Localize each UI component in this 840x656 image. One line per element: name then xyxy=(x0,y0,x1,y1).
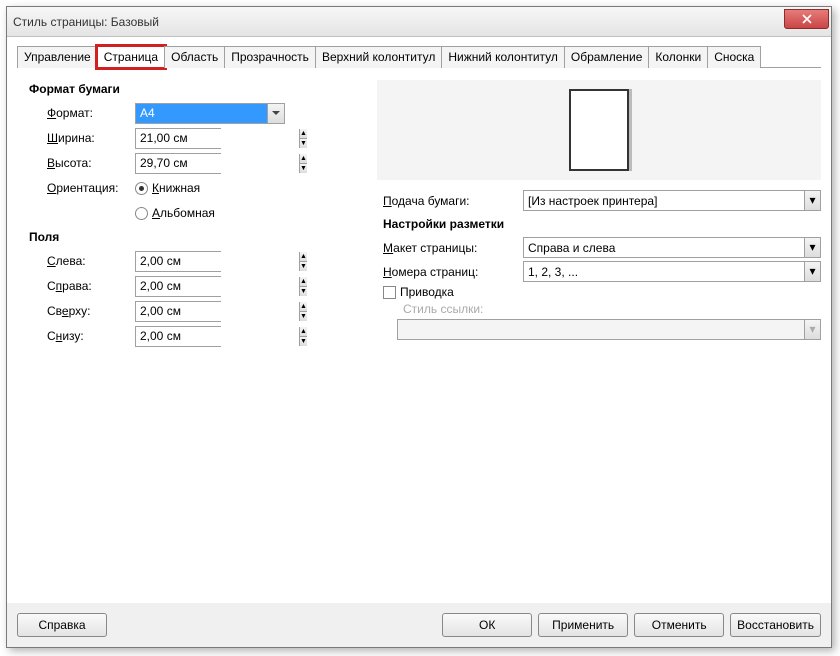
left-margin-label: Слева: xyxy=(47,254,135,268)
left-margin-input[interactable] xyxy=(136,252,299,271)
ref-style-label: Стиль ссылки: xyxy=(403,302,523,316)
apply-button[interactable]: Применить xyxy=(538,613,628,637)
landscape-label: Альбомная xyxy=(152,206,215,220)
spinner-buttons[interactable]: ▲▼ xyxy=(299,277,307,296)
page-numbers-value: 1, 2, 3, ... xyxy=(528,265,578,279)
page-numbers-select[interactable]: 1, 2, 3, ... ▾ xyxy=(523,261,821,282)
page-preview-area xyxy=(377,80,821,180)
register-label: Приводка xyxy=(400,285,454,299)
paper-tray-select[interactable]: [Из настроек принтера] ▾ xyxy=(523,190,821,211)
ref-style-select: ▾ xyxy=(397,319,821,340)
right-column: Подача бумаги: [Из настроек принтера] ▾ … xyxy=(377,76,821,350)
tab-management[interactable]: Управление xyxy=(17,46,98,68)
reset-button[interactable]: Восстановить xyxy=(730,613,821,637)
width-input[interactable] xyxy=(136,129,299,148)
tab-columns[interactable]: Колонки xyxy=(648,46,708,68)
portrait-radio[interactable] xyxy=(135,182,148,195)
tab-header[interactable]: Верхний колонтитул xyxy=(315,46,442,68)
spinner-buttons[interactable]: ▲▼ xyxy=(299,302,307,321)
close-icon xyxy=(802,14,812,24)
height-spinner[interactable]: ▲▼ xyxy=(135,153,221,174)
tab-page[interactable]: Страница xyxy=(97,46,165,68)
width-spinner[interactable]: ▲▼ xyxy=(135,128,221,149)
chevron-down-icon: ▾ xyxy=(804,238,820,257)
tab-area[interactable]: Область xyxy=(164,46,225,68)
chevron-down-icon xyxy=(267,104,284,123)
bottom-margin-spinner[interactable]: ▲▼ xyxy=(135,326,221,347)
bottom-margin-label: Снизу: xyxy=(47,329,135,343)
tab-bar: Управление Страница Область Прозрачность… xyxy=(17,45,821,68)
left-column: Формат бумаги Формат: A4 Ширина: ▲▼ xyxy=(17,76,357,350)
page-preview-icon xyxy=(569,89,629,171)
button-bar: Справка ОК Применить Отменить Восстанови… xyxy=(7,603,831,647)
page-numbers-label: Номера страниц: xyxy=(383,265,523,279)
page-layout-label: Макет страницы: xyxy=(383,241,523,255)
spinner-buttons[interactable]: ▲▼ xyxy=(299,327,307,346)
paper-tray-label: Подача бумаги: xyxy=(383,194,523,208)
orientation-label: Ориентация: xyxy=(47,181,135,195)
tab-footnote[interactable]: Сноска xyxy=(707,46,761,68)
height-input[interactable] xyxy=(136,154,299,173)
ok-button[interactable]: ОК xyxy=(442,613,532,637)
tab-borders[interactable]: Обрамление xyxy=(564,46,649,68)
top-margin-input[interactable] xyxy=(136,302,299,321)
layout-heading: Настройки разметки xyxy=(383,217,821,231)
bottom-margin-input[interactable] xyxy=(136,327,299,346)
page-layout-select[interactable]: Справа и слева ▾ xyxy=(523,237,821,258)
paper-tray-value: [Из настроек принтера] xyxy=(528,194,657,208)
format-label: Формат: xyxy=(47,106,135,120)
help-button[interactable]: Справка xyxy=(17,613,107,637)
right-margin-label: Справа: xyxy=(47,279,135,293)
window-title: Стиль страницы: Базовый xyxy=(13,15,159,29)
portrait-label: Книжная xyxy=(152,181,200,195)
format-value: A4 xyxy=(136,104,267,123)
right-margin-spinner[interactable]: ▲▼ xyxy=(135,276,221,297)
tab-transparency[interactable]: Прозрачность xyxy=(224,46,316,68)
height-label: Высота: xyxy=(47,156,135,170)
paper-format-heading: Формат бумаги xyxy=(29,82,357,96)
right-margin-input[interactable] xyxy=(136,277,299,296)
top-margin-label: Сверху: xyxy=(47,304,135,318)
page-layout-value: Справа и слева xyxy=(528,241,615,255)
titlebar: Стиль страницы: Базовый xyxy=(7,7,831,37)
close-button[interactable] xyxy=(784,9,829,29)
left-margin-spinner[interactable]: ▲▼ xyxy=(135,251,221,272)
main-columns: Формат бумаги Формат: A4 Ширина: ▲▼ xyxy=(17,76,821,350)
chevron-down-icon: ▾ xyxy=(804,262,820,281)
dialog-content: Управление Страница Область Прозрачность… xyxy=(7,37,831,603)
spinner-buttons[interactable]: ▲▼ xyxy=(299,252,307,271)
landscape-radio[interactable] xyxy=(135,207,148,220)
tab-footer[interactable]: Нижний колонтитул xyxy=(441,46,565,68)
format-dropdown[interactable]: A4 xyxy=(135,103,285,124)
register-checkbox[interactable] xyxy=(383,286,396,299)
cancel-button[interactable]: Отменить xyxy=(634,613,724,637)
top-margin-spinner[interactable]: ▲▼ xyxy=(135,301,221,322)
chevron-down-icon: ▾ xyxy=(804,320,820,339)
dialog-window: Стиль страницы: Базовый Управление Стран… xyxy=(6,6,832,648)
spinner-buttons[interactable]: ▲▼ xyxy=(299,154,307,173)
chevron-down-icon: ▾ xyxy=(804,191,820,210)
width-label: Ширина: xyxy=(47,131,135,145)
spinner-buttons[interactable]: ▲▼ xyxy=(299,129,307,148)
margins-heading: Поля xyxy=(29,230,357,244)
